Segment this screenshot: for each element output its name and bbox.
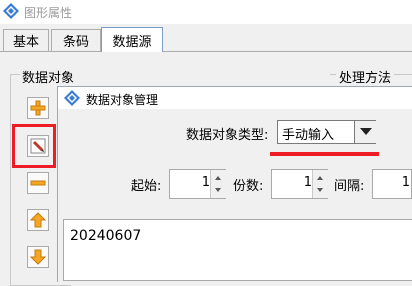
copies-label: 份数: xyxy=(233,179,264,194)
dropdown-button[interactable] xyxy=(354,121,376,143)
add-icon xyxy=(30,100,46,116)
remove-button[interactable] xyxy=(27,172,49,194)
move-down-button[interactable] xyxy=(27,246,49,268)
data-objects-group-label: 数据对象 xyxy=(20,67,77,86)
content-text: 20240607 xyxy=(70,228,142,244)
tab-datasource[interactable]: 数据源 xyxy=(101,27,163,52)
start-label: 起始: xyxy=(131,179,162,194)
data-object-type-label: 数据对象类型: xyxy=(186,128,269,143)
add-button[interactable] xyxy=(27,97,49,119)
type-highlight-underline xyxy=(270,152,379,156)
app-icon xyxy=(3,3,19,19)
move-down-icon xyxy=(30,249,46,265)
edit-icon xyxy=(30,138,46,154)
remove-icon xyxy=(30,180,46,186)
window-title: 图形属性 xyxy=(24,6,73,20)
move-up-icon xyxy=(30,212,46,228)
dialog-title: 数据对象管理 xyxy=(86,93,159,107)
start-value: 1 xyxy=(201,175,210,190)
start-spin-arrows[interactable] xyxy=(210,170,226,198)
copies-spin-arrows[interactable] xyxy=(312,170,328,198)
dropdown-arrow-icon xyxy=(359,128,372,135)
move-up-button[interactable] xyxy=(27,209,49,231)
dialog-app-icon xyxy=(64,90,80,106)
interval-label: 间隔: xyxy=(334,179,365,194)
data-object-type-value: 手动输入 xyxy=(282,128,335,143)
edit-button[interactable] xyxy=(27,135,49,157)
tab-barcode[interactable]: 条码 xyxy=(51,29,101,51)
tab-basic[interactable]: 基本 xyxy=(3,29,49,51)
interval-value: 1 xyxy=(401,175,410,190)
copies-value: 1 xyxy=(303,175,312,190)
processing-group-label: 处理方法 xyxy=(336,67,395,86)
